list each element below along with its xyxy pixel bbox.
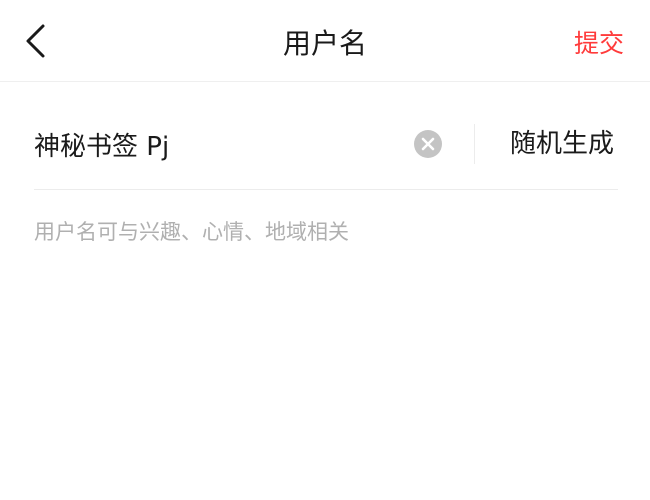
- username-hint: 用户名可与兴趣、心情、地域相关: [34, 220, 349, 244]
- username-input-row: 随机生成: [34, 110, 618, 190]
- page-title: 用户名: [282, 27, 367, 60]
- vertical-divider: [474, 124, 475, 164]
- clear-input-button[interactable]: [414, 130, 442, 158]
- random-generate-button[interactable]: 随机生成: [510, 122, 614, 166]
- submit-button[interactable]: 提交: [574, 24, 624, 64]
- navigation-bar: 用户名 提交: [0, 0, 650, 82]
- username-input[interactable]: [34, 122, 394, 166]
- username-edit-page: 用户名 提交 随机生成 用户名可与兴趣、心情、地域相关: [0, 0, 650, 500]
